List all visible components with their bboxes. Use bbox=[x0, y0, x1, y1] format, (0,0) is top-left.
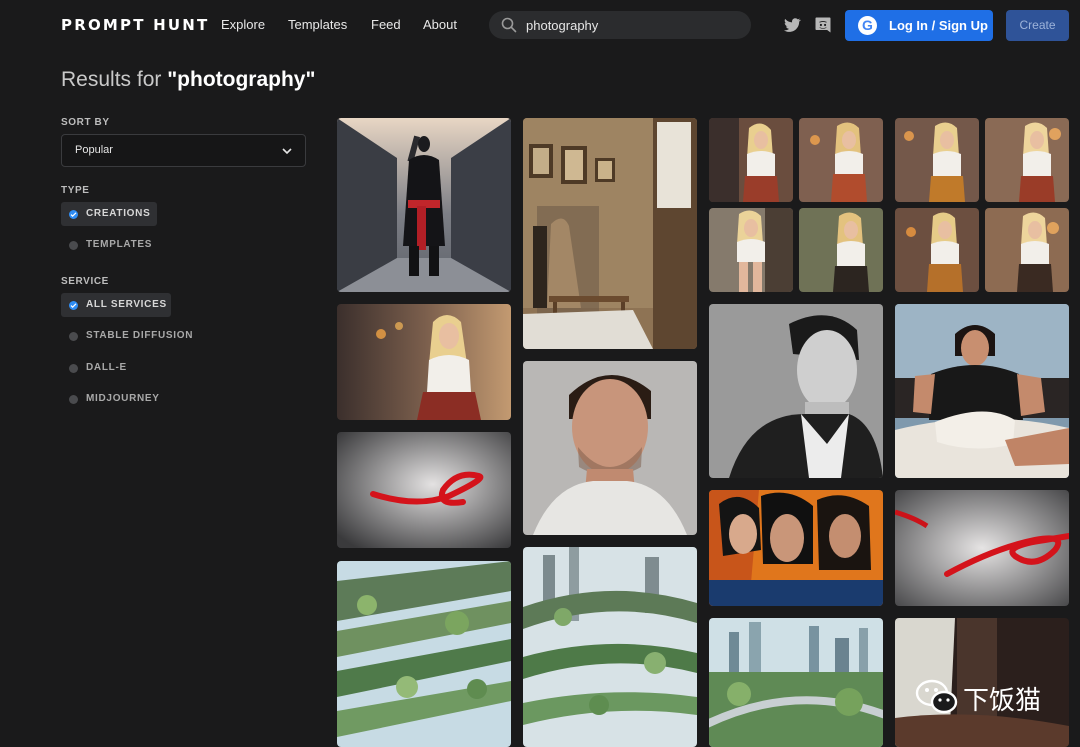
gallery-card-blonde-woman-grid-f[interactable] bbox=[985, 118, 1069, 202]
nav-templates[interactable]: Templates bbox=[288, 17, 347, 32]
gallery-card-green-city-skyline[interactable] bbox=[709, 618, 883, 747]
nav-about[interactable]: About bbox=[423, 17, 457, 32]
gallery-card-three-women-illustration[interactable] bbox=[709, 490, 883, 606]
gallery-card-blonde-woman-grid-e[interactable] bbox=[895, 118, 979, 202]
gallery-card-blonde-woman-grid-d[interactable] bbox=[799, 208, 883, 292]
radio-icon bbox=[69, 332, 78, 341]
service-option-label: MIDJOURNEY bbox=[86, 393, 160, 404]
discord-icon[interactable] bbox=[813, 15, 833, 35]
service-option-label: DALL-E bbox=[86, 362, 127, 373]
service-heading: SERVICE bbox=[61, 276, 109, 287]
gallery-card-vintage-room-couple[interactable] bbox=[523, 118, 697, 349]
checked-radio-icon bbox=[69, 301, 78, 310]
type-heading: TYPE bbox=[61, 185, 90, 196]
watermark: 下饭猫 bbox=[915, 678, 1055, 718]
top-nav: PROMPT HUNT Explore Templates Feed About… bbox=[0, 0, 1080, 52]
gallery-card-blonde-woman-grid-g[interactable] bbox=[895, 208, 979, 292]
gallery-card-blonde-woman-grid-a[interactable] bbox=[709, 118, 793, 202]
gallery-card-blonde-woman-grid-h[interactable] bbox=[985, 208, 1069, 292]
service-option-all-services[interactable]: ALL SERVICES bbox=[61, 293, 171, 317]
gallery-card-man-portrait-smile[interactable] bbox=[523, 361, 697, 535]
gallery-card-black-white-man-portrait[interactable] bbox=[709, 304, 883, 478]
service-option-dall-e[interactable]: DALL-E bbox=[61, 356, 141, 380]
create-button[interactable]: Create bbox=[1006, 10, 1069, 41]
login-signup-label: Log In / Sign Up bbox=[889, 18, 988, 33]
service-option-label: STABLE DIFFUSION bbox=[86, 330, 194, 341]
radio-icon bbox=[69, 241, 78, 250]
watermark-text: 下饭猫 bbox=[963, 686, 1042, 716]
radio-icon bbox=[69, 364, 78, 373]
results-query: "photography" bbox=[167, 68, 316, 91]
site-logo[interactable]: PROMPT HUNT bbox=[61, 16, 209, 34]
gallery-card-overgrown-city-bridges[interactable] bbox=[337, 561, 511, 747]
gallery-card-man-in-bed[interactable] bbox=[895, 304, 1069, 478]
gallery-card-blonde-woman-grid-c[interactable] bbox=[709, 208, 793, 292]
twitter-icon[interactable] bbox=[782, 15, 802, 35]
sort-by-heading: SORT BY bbox=[61, 117, 110, 128]
checked-radio-icon bbox=[69, 210, 78, 219]
type-option-templates[interactable]: TEMPLATES bbox=[61, 233, 161, 257]
nav-feed[interactable]: Feed bbox=[371, 17, 401, 32]
wechat-icon bbox=[915, 679, 958, 714]
chevron-down-icon bbox=[282, 148, 292, 155]
gallery-card-red-ribbon-2[interactable] bbox=[895, 490, 1069, 606]
service-option-stable-diffusion[interactable]: STABLE DIFFUSION bbox=[61, 324, 201, 348]
type-option-label: CREATIONS bbox=[86, 208, 151, 219]
search-icon bbox=[501, 17, 517, 33]
gallery-card-blonde-woman-street[interactable] bbox=[337, 304, 511, 420]
gallery-card-samurai-street[interactable] bbox=[337, 118, 511, 292]
search-bar[interactable] bbox=[489, 11, 751, 39]
google-icon: G bbox=[858, 16, 877, 35]
sort-select-value: Popular bbox=[75, 144, 113, 156]
gallery-card-blonde-woman-grid-b[interactable] bbox=[799, 118, 883, 202]
results-heading: Results for "photography" bbox=[61, 68, 315, 92]
gallery-card-futuristic-green-city[interactable] bbox=[523, 547, 697, 747]
radio-icon bbox=[69, 395, 78, 404]
service-option-midjourney[interactable]: MIDJOURNEY bbox=[61, 387, 171, 411]
search-input[interactable] bbox=[526, 15, 736, 35]
type-option-creations[interactable]: CREATIONS bbox=[61, 202, 157, 226]
gallery-card-red-ribbon[interactable] bbox=[337, 432, 511, 548]
service-option-label: ALL SERVICES bbox=[86, 299, 167, 310]
results-prefix: Results for bbox=[61, 68, 168, 91]
nav-explore[interactable]: Explore bbox=[221, 17, 265, 32]
type-option-label: TEMPLATES bbox=[86, 239, 153, 250]
login-signup-button[interactable]: G Log In / Sign Up bbox=[845, 10, 993, 41]
sort-select[interactable]: Popular bbox=[61, 134, 306, 167]
